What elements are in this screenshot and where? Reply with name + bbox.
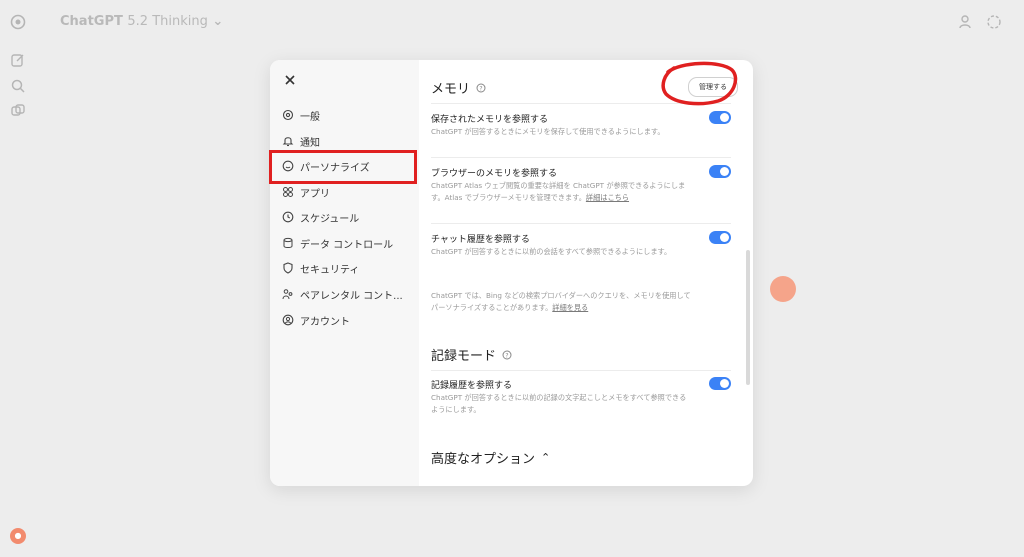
nav-item-label: 一般 [300,111,320,123]
nav-item-general[interactable]: 一般 [282,104,412,126]
user-icon[interactable] [958,14,974,30]
memory-note: ChatGPT では、Bing などの検索プロバイダーへのクエリを、メモリを使用… [431,291,691,312]
chevron-up-icon: ⌃ [541,451,551,464]
memory-section-title: メモリ ? [431,78,486,97]
chevron-down-icon: ⌄ [212,14,224,29]
bell-icon [282,137,294,147]
nav-item-label: アプリ [300,188,330,200]
record-history-title: 記録履歴を参照する [431,381,513,391]
nav-item-security[interactable]: セキュリティ [282,257,412,279]
chat-history-toggle[interactable] [709,231,731,244]
nav-item-label: アカウント [300,316,350,328]
divider [431,223,731,224]
new-chat-icon[interactable] [10,52,26,68]
record-history-desc: ChatGPT が回答するときに以前の記録の文字起こしとメモをすべて参照できるよ… [431,393,687,414]
nav-item-data-controls[interactable]: データ コントロール [282,232,412,254]
help-icon[interactable]: ? [476,83,486,93]
openai-logo-icon[interactable] [10,14,26,30]
account-icon [282,314,294,326]
svg-text:?: ? [505,352,508,359]
advanced-options-toggle[interactable]: 高度なオプション ⌃ [431,448,550,467]
settings-dialog: 一般 通知 パーソナライズ アプリ スケジュール データ コントロール セキュリ… [270,60,753,486]
nav-item-label: データ コントロール [300,239,394,251]
avatar[interactable]: ● [10,528,26,544]
help-icon[interactable]: ? [502,350,512,360]
gear-icon [282,109,294,121]
app-name: ChatGPT [60,14,123,29]
saved-memory-title: 保存されたメモリを参照する [431,115,549,125]
chat-history-title: チャット履歴を参照する [431,235,530,245]
annotation-red-box [269,150,417,184]
model-name: 5.2 Thinking [127,14,208,29]
record-mode-section-title: 記録モード ? [431,345,512,364]
library-icon[interactable] [10,103,26,119]
close-icon[interactable] [282,72,298,88]
shield-icon [283,262,293,274]
parental-icon [282,289,293,300]
search-icon[interactable] [10,78,26,94]
left-sidebar [0,0,40,557]
nav-item-parental-controls[interactable]: ペアレンタル コント... [282,283,412,305]
saved-memory-toggle[interactable] [709,111,731,124]
clock-icon [282,211,294,223]
nav-item-label: セキュリティ [300,264,360,276]
browser-memory-toggle[interactable] [709,165,731,178]
nav-item-apps[interactable]: アプリ [282,181,412,203]
saved-memory-desc: ChatGPT が回答するときにメモリを保存して使用できるようにします。 [431,127,665,136]
chat-history-desc: ChatGPT が回答するときに以前の会話をすべて参照できるようにします。 [431,247,672,256]
database-icon [283,237,293,248]
settings-nav: 一般 通知 パーソナライズ アプリ スケジュール データ コントロール セキュリ… [270,60,419,486]
send-button[interactable] [770,276,796,302]
browser-memory-learn-more-link[interactable]: 詳細はこちら [586,193,629,202]
nav-item-account[interactable]: アカウント [282,309,412,331]
apps-icon [283,187,293,197]
scrollbar[interactable] [746,250,750,385]
divider [431,157,731,158]
annotation-red-circle [661,61,738,106]
settings-content: メモリ ? 管理する 保存されたメモリを参照する ChatGPT が回答するとき… [419,60,753,486]
record-history-toggle[interactable] [709,377,731,390]
memory-learn-more-link[interactable]: 詳細を見る [552,303,588,312]
browser-memory-desc: ChatGPT Atlas ウェブ閲覧の重要な詳細を ChatGPT が参照でき… [431,181,686,202]
svg-text:?: ? [479,85,482,92]
browser-memory-title: ブラウザーのメモリを参照する [431,169,558,179]
temporary-chat-icon[interactable] [986,14,1002,30]
nav-item-label: ペアレンタル コント... [300,290,403,302]
nav-item-schedule[interactable]: スケジュール [282,206,412,228]
nav-item-notifications[interactable]: 通知 [282,130,412,152]
nav-item-label: スケジュール [300,213,360,225]
nav-item-label: 通知 [300,137,320,149]
divider [431,370,731,371]
model-selector[interactable]: ChatGPT 5.2 Thinking ⌄ [60,14,223,29]
